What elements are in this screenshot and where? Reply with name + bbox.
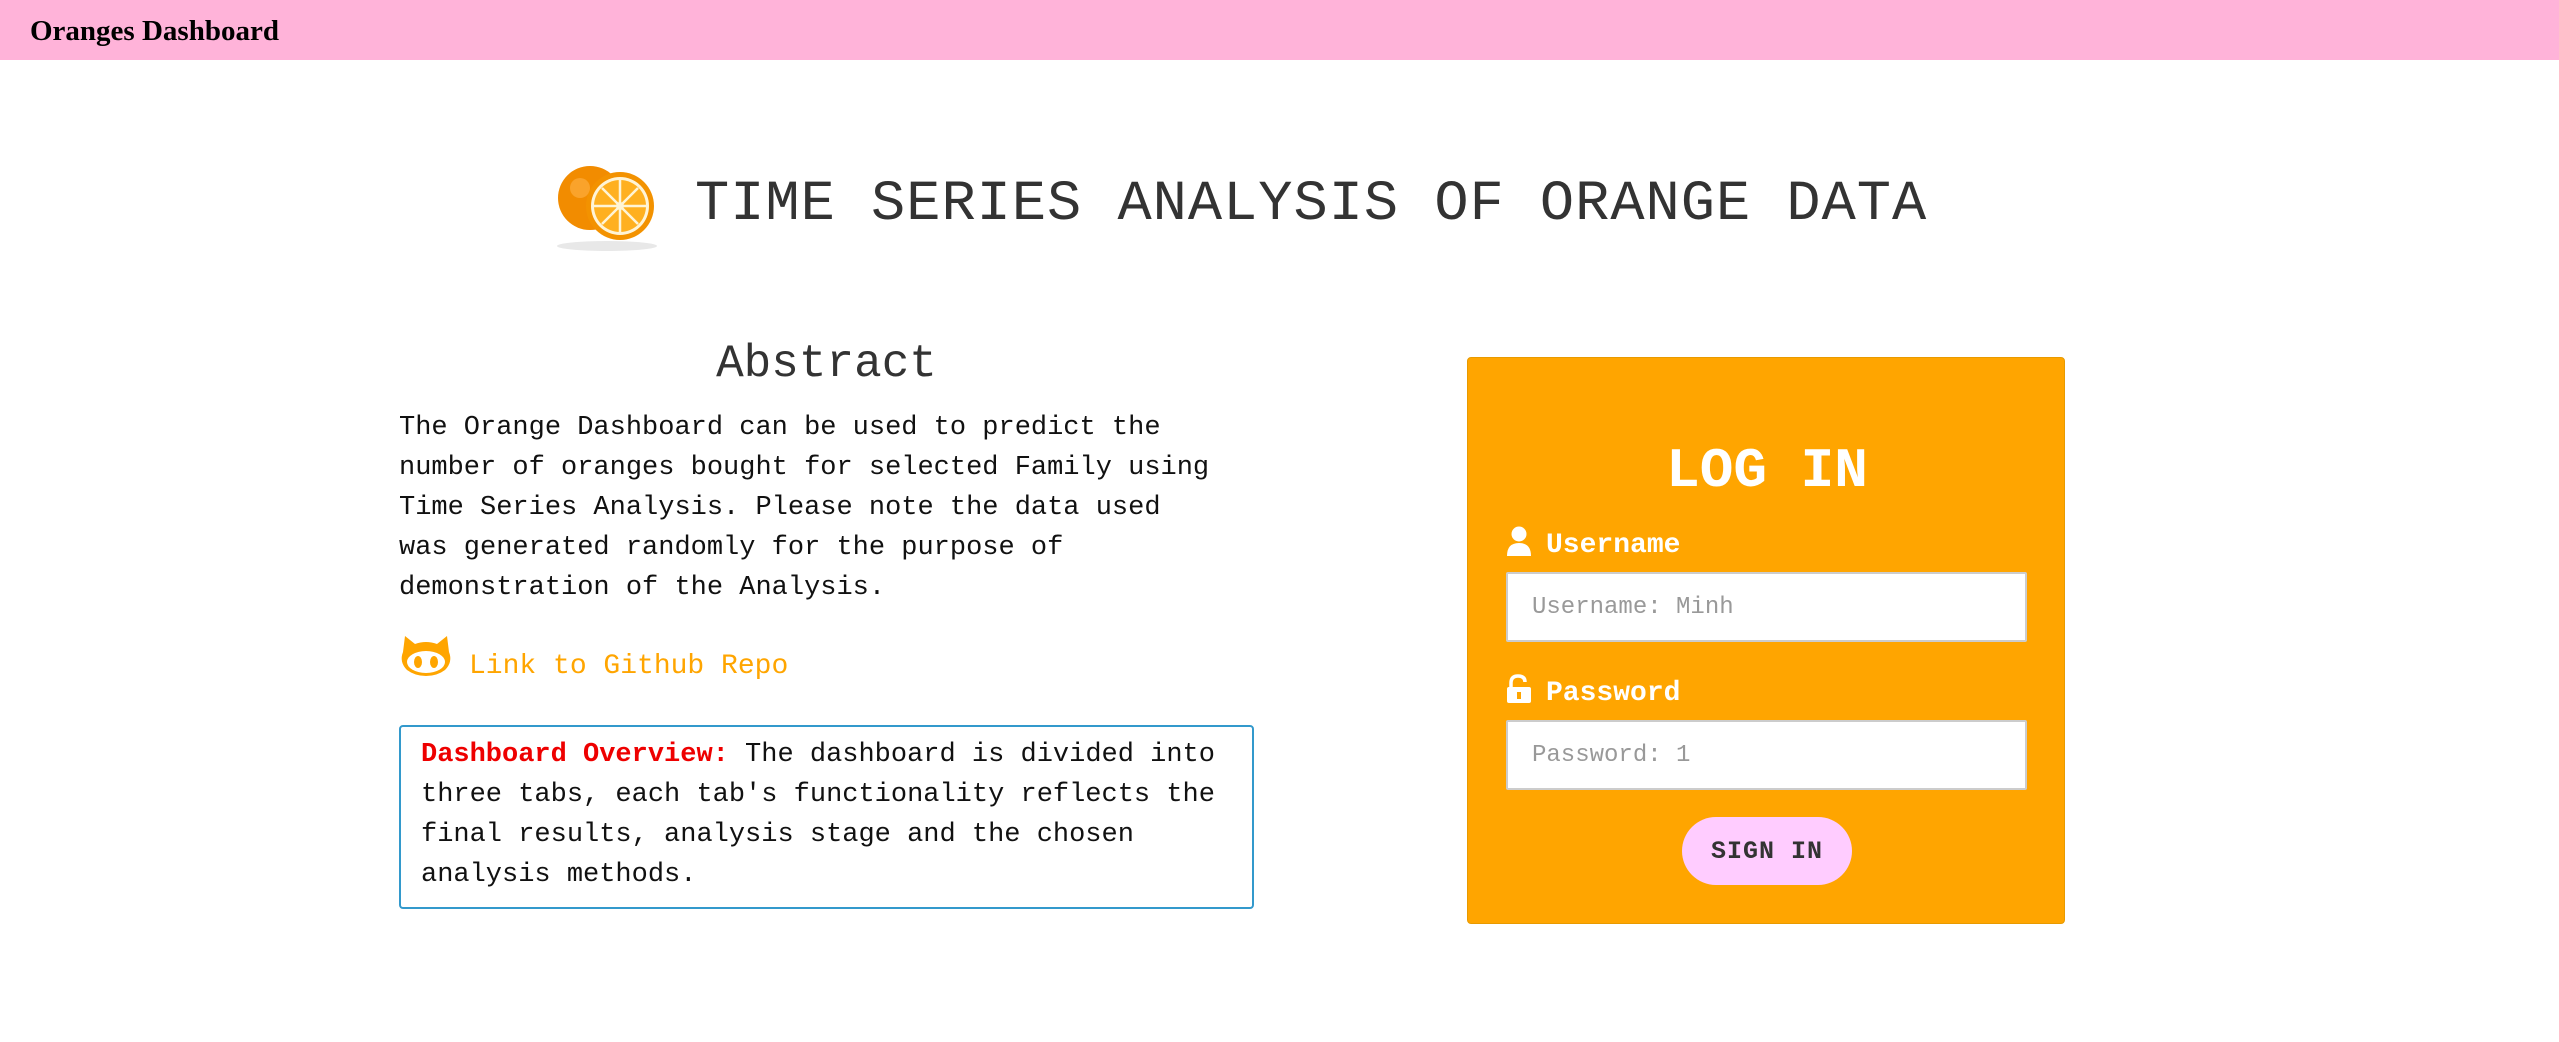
user-icon [1506, 526, 1532, 556]
page-title: TIME SERIES ANALYSIS OF ORANGE DATA [695, 173, 1928, 237]
github-repo-link[interactable]: Link to Github Repo [469, 650, 788, 684]
navbar-brand[interactable]: Oranges Dashboard [30, 14, 279, 48]
sign-in-button[interactable]: SIGN IN [1682, 817, 1852, 885]
overview-label: Dashboard Overview: [421, 740, 729, 770]
overview-text-block: Dashboard Overview: The dashboard is div… [421, 735, 1232, 895]
login-title: LOG IN [1666, 439, 1868, 503]
dashboard-overview-box: Dashboard Overview: The dashboard is div… [399, 725, 1254, 909]
orange-icon [550, 154, 665, 254]
github-link-row: Link to Github Repo [399, 632, 899, 692]
top-navbar: Oranges Dashboard [0, 0, 2559, 60]
unlock-icon [1506, 674, 1532, 704]
github-icon[interactable] [399, 632, 453, 678]
username-label-text: Username [1546, 530, 1681, 561]
login-card: LOG IN Username Password SIGN IN [1467, 357, 2065, 924]
password-label-text: Password [1546, 678, 1681, 709]
abstract-heading: Abstract [716, 338, 937, 390]
abstract-text: The Orange Dashboard can be used to pred… [399, 413, 1210, 603]
password-label: Password [1506, 674, 1681, 709]
username-label: Username [1506, 526, 1681, 561]
password-input[interactable] [1506, 720, 2027, 790]
username-input[interactable] [1506, 572, 2027, 642]
page-header: TIME SERIES ANALYSIS OF ORANGE DATA [550, 150, 2030, 270]
